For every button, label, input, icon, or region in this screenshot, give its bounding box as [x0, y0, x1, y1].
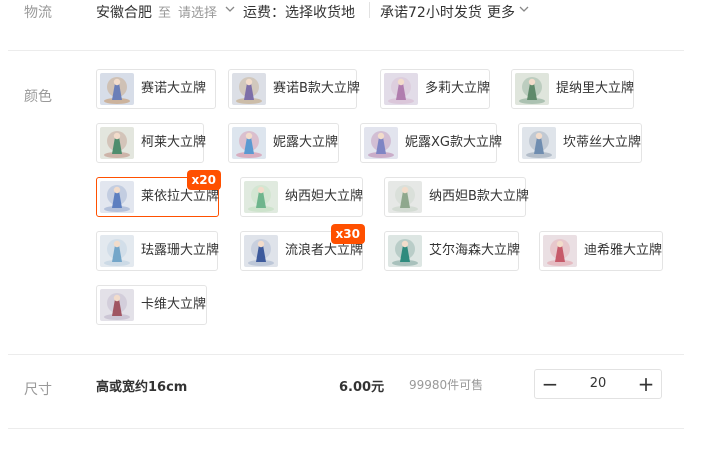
- destination-select[interactable]: 请选择: [178, 2, 217, 21]
- product-thumbnail: [388, 181, 422, 213]
- product-thumbnail: [515, 73, 549, 105]
- more-link[interactable]: 更多: [487, 2, 515, 22]
- color-option-label: 纳西妲大立牌: [285, 189, 364, 204]
- color-label: 颜色: [24, 89, 52, 105]
- color-option-label: 柯莱大立牌: [141, 135, 207, 150]
- size-option-name[interactable]: 高或宽约16cm: [96, 376, 187, 395]
- product-thumbnail: [364, 127, 398, 159]
- color-option[interactable]: 卡维大立牌: [96, 285, 207, 325]
- color-option[interactable]: 妮露大立牌: [228, 123, 339, 163]
- size-label: 尺寸: [24, 382, 52, 398]
- quantity-badge: x20: [186, 170, 221, 190]
- color-option[interactable]: 赛诺B款大立牌: [228, 69, 360, 109]
- product-thumbnail: [244, 181, 278, 213]
- decrement-button[interactable]: −: [535, 370, 565, 398]
- color-option[interactable]: 赛诺大立牌: [96, 69, 216, 109]
- quantity-badge: x30: [330, 224, 365, 244]
- quantity-value[interactable]: 20: [565, 370, 631, 398]
- color-option-label: 卡维大立牌: [141, 297, 207, 312]
- product-thumbnail: [244, 235, 278, 267]
- color-option-label: 多莉大立牌: [425, 81, 491, 96]
- product-thumbnail: [100, 289, 134, 321]
- chevron-down-icon[interactable]: [225, 4, 235, 14]
- shipping-promise: 承诺72小时发货: [380, 5, 482, 21]
- section-divider: [8, 354, 684, 355]
- shipping-row: 物流 安徽合肥 至 请选择 运费：选择收货地 承诺72小时发货 更多: [0, 0, 707, 24]
- product-thumbnail: [100, 127, 134, 159]
- color-option-label: 提纳里大立牌: [556, 81, 635, 96]
- chevron-down-icon[interactable]: [519, 4, 529, 14]
- product-thumbnail: [100, 235, 134, 267]
- color-option[interactable]: 坎蒂丝大立牌: [518, 123, 642, 163]
- section-divider: [8, 428, 684, 429]
- section-divider: [8, 50, 684, 51]
- shipping-fee: 运费：选择收货地: [243, 5, 355, 21]
- color-option[interactable]: 多莉大立牌: [380, 69, 490, 109]
- product-thumbnail: [543, 235, 577, 267]
- product-thumbnail: [232, 127, 266, 159]
- color-option[interactable]: 莱依拉大立牌 x20: [96, 170, 221, 217]
- color-option-label: 赛诺大立牌: [141, 81, 207, 96]
- color-option[interactable]: 妮露XG款大立牌: [360, 123, 502, 163]
- color-option[interactable]: 珐露珊大立牌: [96, 231, 220, 271]
- product-thumbnail: [522, 127, 556, 159]
- color-option[interactable]: 纳西妲大立牌: [240, 177, 363, 217]
- shipping-to: 至: [158, 6, 172, 21]
- size-price: 6.00元: [339, 380, 385, 395]
- product-thumbnail: [384, 73, 418, 105]
- shipping-label: 物流: [24, 5, 52, 21]
- color-option-label: 珐露珊大立牌: [141, 243, 220, 258]
- quantity-stepper: − 20 +: [534, 369, 662, 399]
- product-thumbnail: [100, 73, 134, 105]
- color-option-label: 迪希雅大立牌: [584, 243, 663, 258]
- color-option-label: 艾尔海森大立牌: [429, 243, 521, 258]
- color-option[interactable]: 迪希雅大立牌: [539, 231, 663, 271]
- color-option[interactable]: 纳西妲B款大立牌: [384, 177, 529, 217]
- color-option[interactable]: 艾尔海森大立牌: [384, 231, 521, 271]
- color-option-label: 赛诺B款大立牌: [273, 81, 360, 96]
- product-thumbnail: [100, 181, 134, 213]
- color-option-label: 妮露大立牌: [273, 135, 339, 150]
- increment-button[interactable]: +: [631, 370, 661, 398]
- color-option-label: 纳西妲B款大立牌: [429, 189, 529, 204]
- divider: [369, 2, 370, 18]
- color-option-label: 妮露XG款大立牌: [405, 135, 502, 150]
- color-option[interactable]: 柯莱大立牌: [96, 123, 207, 163]
- shipping-origin: 安徽合肥: [96, 5, 152, 21]
- product-thumbnail: [388, 235, 422, 267]
- color-option-label: 坎蒂丝大立牌: [563, 135, 642, 150]
- stock-count: 99980件可售: [409, 378, 484, 392]
- product-thumbnail: [232, 73, 266, 105]
- color-option[interactable]: 流浪者大立牌 x30: [240, 224, 365, 271]
- color-option[interactable]: 提纳里大立牌: [511, 69, 634, 109]
